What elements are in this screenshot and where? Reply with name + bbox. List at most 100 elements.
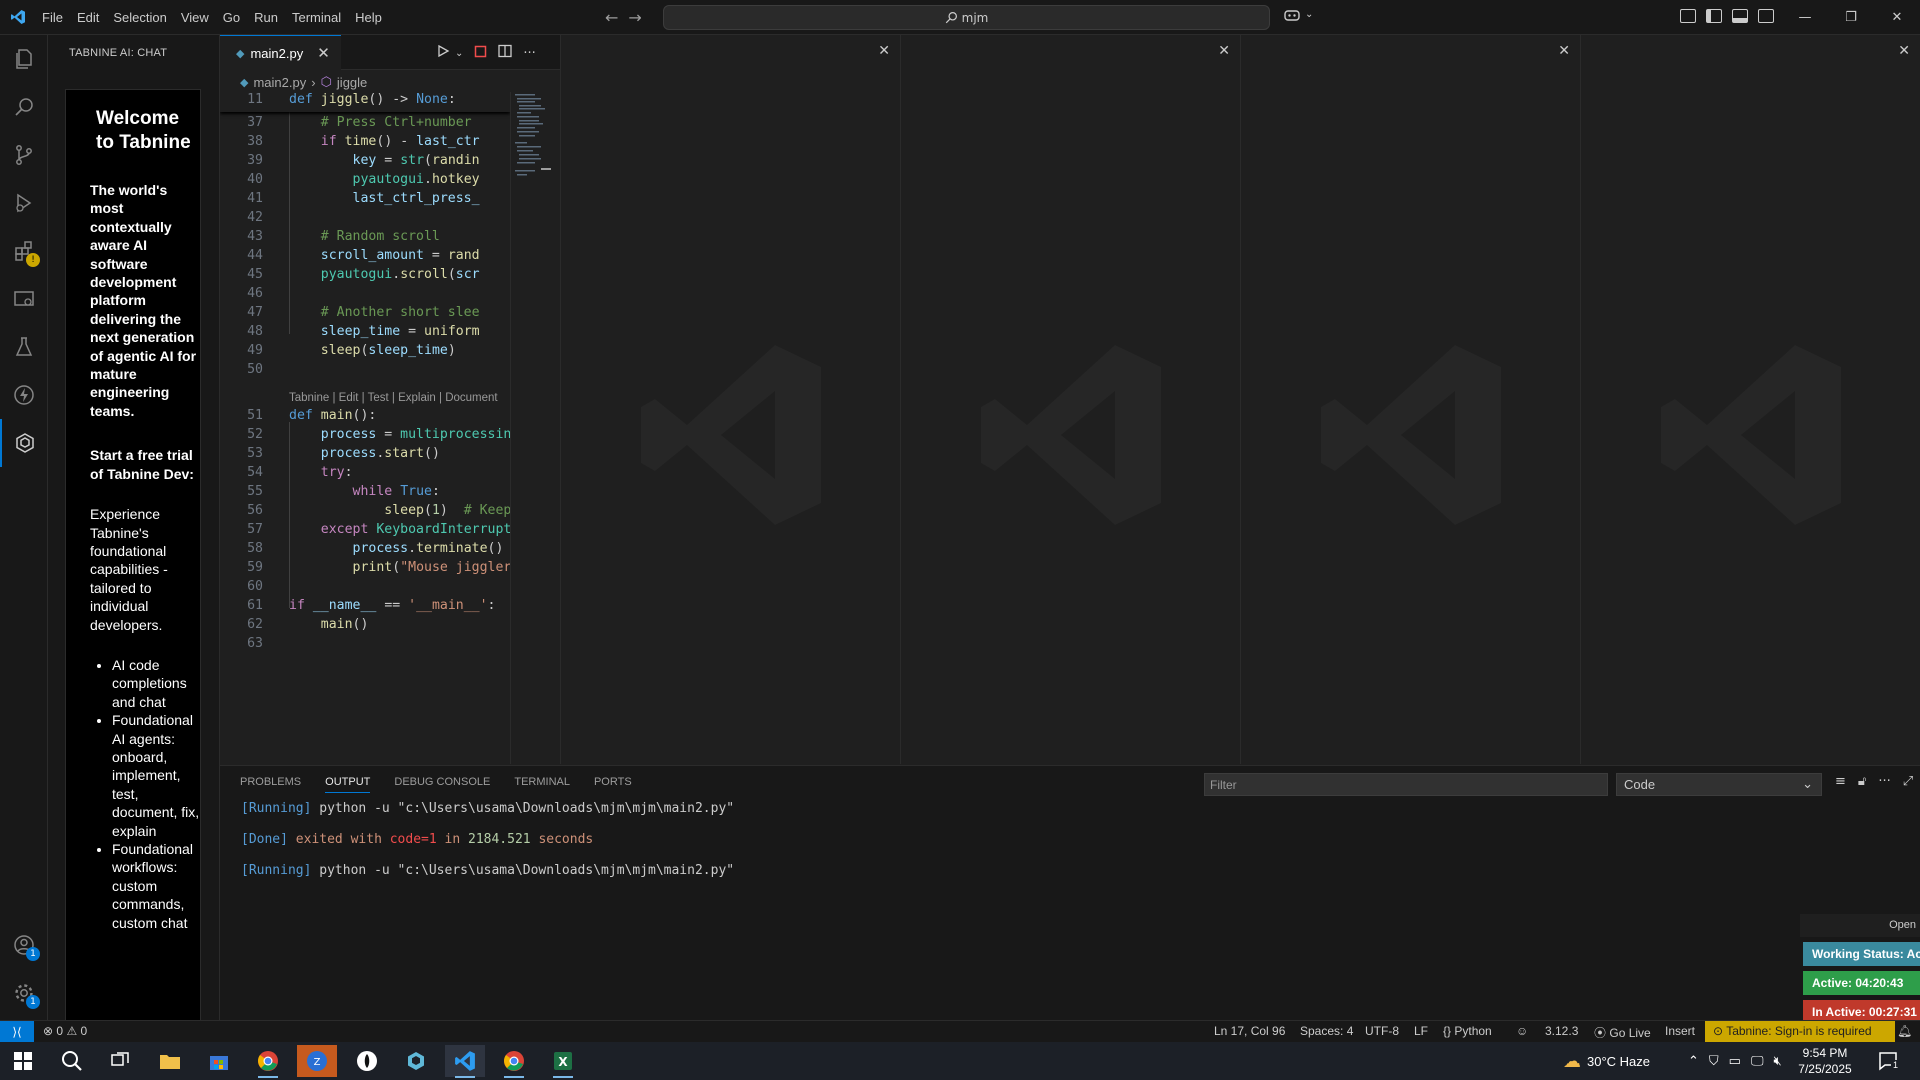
command-center-search[interactable]: mjm	[663, 5, 1270, 30]
line-ending[interactable]: LF	[1414, 1024, 1428, 1038]
minimize-icon[interactable]: —	[1782, 0, 1828, 35]
editor-group-2[interactable]: ✕	[560, 35, 900, 764]
toggle-secondary-sidebar-icon[interactable]	[1758, 9, 1774, 23]
working-status-open-button[interactable]: Open	[1800, 914, 1920, 937]
tab-problems[interactable]: PROBLEMS	[240, 776, 301, 793]
code-area[interactable]: 11 def jiggle() -> None: 37 # Press Ctrl+…	[220, 92, 510, 764]
extensions-icon[interactable]: !	[0, 227, 48, 275]
tray-chevron-up-icon[interactable]: ⌃	[1688, 1053, 1699, 1069]
menu-file[interactable]: File	[35, 10, 70, 25]
indentation[interactable]: Spaces: 4	[1300, 1024, 1353, 1038]
testing-icon[interactable]	[0, 323, 48, 371]
search-view-icon[interactable]	[0, 83, 48, 131]
battery-icon[interactable]: ▭	[1729, 1053, 1741, 1069]
menu-help[interactable]: Help	[348, 10, 389, 25]
split-editor-icon[interactable]	[498, 44, 513, 62]
error-icon: ⊗	[43, 1024, 54, 1038]
editor-group-5[interactable]: ✕	[1580, 35, 1920, 764]
output-filter-input[interactable]: Filter	[1204, 773, 1608, 796]
accounts-icon[interactable]: 1	[0, 921, 48, 969]
tab-debug-console[interactable]: DEBUG CONSOLE	[394, 776, 490, 793]
chrome-profile-icon[interactable]	[494, 1045, 534, 1078]
source-control-icon[interactable]	[0, 131, 48, 179]
python-interpreter[interactable]: 3.12.3	[1545, 1024, 1578, 1038]
editor-group-4[interactable]: ✕	[1240, 35, 1580, 764]
run-debug-icon[interactable]	[0, 179, 48, 227]
notification-count: 1	[1891, 1060, 1901, 1070]
menu-go[interactable]: Go	[216, 10, 247, 25]
forward-arrow-icon[interactable]: →	[628, 8, 641, 27]
task-view-icon[interactable]	[100, 1045, 140, 1077]
weather-widget[interactable]: ☁ 30°C Haze	[1563, 1042, 1650, 1080]
chevron-down-icon[interactable]: ⌄	[1305, 9, 1313, 27]
volume-mute-icon[interactable]: 🔇︎	[1774, 1053, 1782, 1069]
encoding[interactable]: UTF-8	[1365, 1024, 1399, 1038]
problems-indicator[interactable]: ⊗ 0 ⚠ 0	[43, 1024, 87, 1038]
language-mode[interactable]: {} Python	[1443, 1024, 1492, 1038]
tab-main2-py[interactable]: ◆ main2.py ✕	[220, 35, 341, 70]
run-python-icon[interactable]	[436, 44, 450, 62]
zoho-app-icon[interactable]: Z	[297, 1045, 337, 1077]
copilot-status-icon[interactable]: ☺	[1516, 1024, 1528, 1038]
code-editor[interactable]: 11 def jiggle() -> None: 37 # Press Ctrl+…	[220, 92, 560, 764]
toggle-primary-sidebar-icon[interactable]	[1706, 9, 1722, 23]
taskbar-clock[interactable]: 9:54 PM 7/25/2025	[1790, 1045, 1860, 1077]
tabnine-status[interactable]: ⊙ Tabnine: Sign-in is required	[1705, 1021, 1895, 1043]
menu-view[interactable]: View	[174, 10, 216, 25]
tab-ports[interactable]: PORTS	[594, 776, 632, 793]
close-tab-icon[interactable]: ✕	[317, 44, 330, 62]
close-group-icon[interactable]: ✕	[878, 43, 890, 59]
remote-explorer-icon[interactable]	[0, 275, 48, 323]
defender-icon[interactable]: ⛉	[1709, 1053, 1719, 1069]
customize-layout-icon[interactable]	[1680, 9, 1696, 23]
notifications-bell-icon[interactable]: 🔔︎	[1897, 1024, 1912, 1038]
restore-icon[interactable]: ❐	[1828, 0, 1874, 35]
menu-terminal[interactable]: Terminal	[285, 10, 348, 25]
chevron-down-icon[interactable]: ⌄	[455, 48, 463, 59]
go-live-button[interactable]: ⦿ Go Live	[1594, 1024, 1651, 1041]
tabnine-icon[interactable]	[0, 419, 48, 467]
more-actions-icon[interactable]: ···	[523, 46, 535, 61]
maximize-panel-icon[interactable]: ⤢	[1903, 774, 1913, 789]
remote-indicator-icon[interactable]: ⟩⟨	[0, 1021, 34, 1043]
close-window-icon[interactable]: ✕	[1874, 0, 1920, 35]
app-circle-icon[interactable]	[347, 1045, 387, 1077]
cursor-position[interactable]: Ln 17, Col 96	[1214, 1024, 1285, 1038]
copilot-icon[interactable]	[1283, 7, 1301, 27]
tab-terminal[interactable]: TERMINAL	[514, 776, 570, 793]
clock-time: 9:54 PM	[1802, 1046, 1848, 1060]
excel-icon[interactable]: X	[543, 1045, 583, 1078]
close-group-icon[interactable]: ✕	[1898, 43, 1910, 59]
vscode-taskbar-icon[interactable]	[445, 1045, 485, 1078]
explorer-icon[interactable]	[0, 35, 48, 83]
editor-group-3[interactable]: ✕	[900, 35, 1240, 764]
back-arrow-icon[interactable]: ←	[605, 8, 618, 27]
toggle-panel-icon[interactable]	[1732, 9, 1748, 23]
breadcrumb-file[interactable]: main2.py	[253, 75, 306, 90]
windows-start-icon[interactable]	[3, 1045, 43, 1077]
thunder-client-icon[interactable]	[0, 371, 48, 419]
minimap[interactable]	[510, 92, 552, 764]
sticky-scroll[interactable]: 11 def jiggle() -> None:	[220, 92, 510, 112]
lock-scroll-icon[interactable]: 🔓︎	[1858, 774, 1866, 789]
menu-run[interactable]: Run	[247, 10, 285, 25]
file-explorer-icon[interactable]	[150, 1045, 190, 1077]
tabnine-codelens[interactable]: Tabnine | Edit | Test | Explain | Docume…	[289, 392, 498, 404]
breadcrumb-symbol[interactable]: jiggle	[337, 75, 367, 90]
network-icon[interactable]: 🖵︎	[1751, 1053, 1764, 1069]
microsoft-store-icon[interactable]	[199, 1045, 239, 1077]
notification-center-icon[interactable]: 1	[1877, 1042, 1901, 1080]
stop-icon[interactable]	[474, 45, 487, 62]
output-channel-select[interactable]: Code ⌄	[1616, 773, 1822, 796]
menu-edit[interactable]: Edit	[70, 10, 106, 25]
clear-output-icon[interactable]: ≡	[1835, 774, 1846, 789]
menu-selection[interactable]: Selection	[106, 10, 173, 25]
taskbar-search-icon[interactable]	[52, 1045, 92, 1077]
close-group-icon[interactable]: ✕	[1218, 43, 1230, 59]
chrome-icon[interactable]	[248, 1045, 288, 1078]
close-group-icon[interactable]: ✕	[1558, 43, 1570, 59]
app-hexagon-icon[interactable]	[396, 1045, 436, 1077]
more-actions-icon[interactable]: ···	[1878, 774, 1890, 789]
tab-output[interactable]: OUTPUT	[325, 776, 371, 793]
manage-gear-icon[interactable]: 1	[0, 969, 48, 1017]
